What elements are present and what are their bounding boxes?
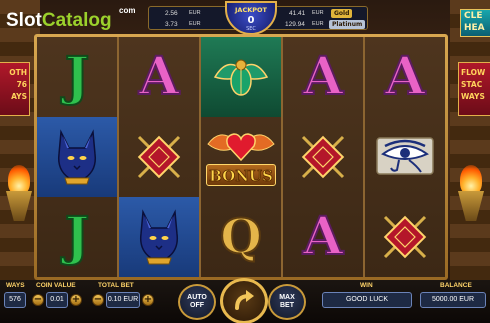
balance-display: 5000.00 EUR bbox=[420, 292, 486, 308]
reel-1-cell-3: J bbox=[37, 197, 117, 277]
jackpot-left-bottom-value: 3.73 bbox=[165, 21, 178, 28]
watermark-com: com bbox=[119, 6, 136, 15]
crossed-shield-icon bbox=[137, 135, 181, 179]
side-banner-right-line2: STAC bbox=[461, 80, 483, 89]
symbol-a: A bbox=[384, 46, 426, 108]
total-bet-minus-button[interactable]: − bbox=[92, 294, 104, 306]
jackpot-left-top-value: 2.56 bbox=[165, 10, 178, 17]
watermark-catalog: Catalog bbox=[41, 10, 112, 31]
jackpot-value: 0 bbox=[247, 15, 255, 26]
reel-5-cell-2 bbox=[365, 117, 445, 197]
bastet-cat-icon bbox=[139, 209, 179, 265]
jackpot-bar: 2.56 EUR 3.73 EUR JACKPOT 0 SEC 41.41 EU… bbox=[148, 1, 368, 35]
crossed-shield-icon bbox=[301, 135, 345, 179]
total-bet-display: 0.10 EUR bbox=[106, 292, 140, 308]
watermark-slot: Slot bbox=[6, 10, 42, 31]
max-bet-label-1: MAX bbox=[279, 294, 295, 301]
symbol-a: A bbox=[302, 46, 344, 108]
jackpot-left-top-currency: EUR bbox=[189, 10, 201, 16]
game-logo-line1: CLE bbox=[464, 11, 483, 21]
symbol-q: Q bbox=[219, 208, 263, 266]
crossed-shield-icon bbox=[383, 215, 427, 259]
total-bet-plus-button[interactable]: + bbox=[142, 294, 154, 306]
jackpot-counter: JACKPOT 0 SEC bbox=[225, 1, 277, 35]
reel-3-cell-3: Q bbox=[201, 197, 281, 277]
jackpot-platinum-badge: Platinum bbox=[329, 20, 366, 29]
spin-arrow-icon bbox=[235, 290, 254, 310]
side-banner-left-line1: OTH bbox=[9, 68, 27, 77]
side-banner-left: OTH 76 AYS bbox=[0, 62, 30, 116]
reel-1: J J bbox=[37, 37, 119, 277]
symbol-j: J bbox=[64, 206, 91, 268]
reel-2-cell-3 bbox=[119, 197, 199, 277]
reel-2-cell-1: A bbox=[119, 37, 199, 117]
torch-left-icon bbox=[6, 165, 32, 225]
bastet-cat-icon bbox=[57, 129, 97, 185]
reel-1-cell-2 bbox=[37, 117, 117, 197]
reel-4-cell-3: A bbox=[283, 197, 363, 277]
side-banner-left-line2: 76 bbox=[16, 80, 27, 89]
jackpot-right-bottom-value: 129.94 bbox=[285, 21, 305, 28]
autoplay-button[interactable]: AUTO OFF bbox=[178, 284, 216, 320]
eye-of-horus-icon bbox=[376, 137, 434, 175]
reel-2: A bbox=[119, 37, 201, 277]
jackpot-left-bottom-currency: EUR bbox=[189, 21, 201, 27]
reel-1-cell-1: J bbox=[37, 37, 117, 117]
max-bet-button[interactable]: MAX BET bbox=[268, 284, 306, 320]
temple-wall-right bbox=[450, 0, 490, 323]
jackpot-title: JACKPOT bbox=[235, 6, 267, 14]
reel-4-cell-1: A bbox=[283, 37, 363, 117]
reel-3-cell-1 bbox=[201, 37, 281, 117]
spin-button[interactable] bbox=[220, 278, 268, 323]
autoplay-label-1: AUTO bbox=[187, 294, 207, 301]
reel-5: A bbox=[365, 37, 445, 277]
scarab-icon bbox=[213, 59, 269, 96]
win-label: WIN bbox=[360, 282, 373, 289]
winged-heart-icon bbox=[207, 133, 275, 162]
bonus-symbol: BONUS bbox=[204, 124, 278, 190]
side-banner-right-line1: FLOW bbox=[461, 68, 486, 77]
coin-value-minus-button[interactable]: − bbox=[32, 294, 44, 306]
reel-5-cell-1: A bbox=[365, 37, 445, 117]
slotcatalog-watermark: SlotCatalog com bbox=[6, 6, 150, 34]
ways-value: 576 bbox=[4, 292, 26, 308]
reels-grid: J J A BONUS Q A A A bbox=[37, 37, 445, 277]
game-logo-right: CLE HEA bbox=[460, 9, 490, 37]
jackpot-gold-badge: Gold bbox=[331, 9, 353, 18]
reel-5-cell-3 bbox=[365, 197, 445, 277]
reel-3: BONUS Q bbox=[201, 37, 283, 277]
jackpot-unit: SEC bbox=[246, 26, 256, 32]
jackpot-right-top-currency: EUR bbox=[312, 10, 324, 16]
reels-frame: J J A BONUS Q A A A bbox=[34, 34, 448, 280]
max-bet-label-2: BET bbox=[280, 302, 294, 309]
side-banner-left-line3: AYS bbox=[11, 92, 27, 101]
bonus-label: BONUS bbox=[206, 164, 276, 186]
coin-value-plus-button[interactable]: + bbox=[70, 294, 82, 306]
torch-right-icon bbox=[458, 165, 484, 225]
symbol-j: J bbox=[64, 46, 91, 108]
win-display: GOOD LUCK bbox=[322, 292, 412, 308]
game-logo-line2: HEA bbox=[464, 23, 485, 33]
reel-2-cell-2 bbox=[119, 117, 199, 197]
coin-value-label: COIN VALUE bbox=[36, 282, 76, 289]
total-bet-label: TOTAL BET bbox=[98, 282, 134, 289]
symbol-a: A bbox=[138, 46, 180, 108]
jackpot-right-bottom-currency: EUR bbox=[312, 21, 324, 27]
symbol-a: A bbox=[302, 206, 344, 268]
jackpot-right-top-value: 41.41 bbox=[289, 10, 306, 17]
side-banner-right-line3: WAYS bbox=[461, 92, 485, 101]
autoplay-label-2: OFF bbox=[190, 302, 204, 309]
reel-4: A A bbox=[283, 37, 365, 277]
ways-label: WAYS bbox=[6, 282, 25, 289]
control-panel: WAYS 576 COIN VALUE − 0.01 + TOTAL BET −… bbox=[0, 278, 490, 323]
balance-label: BALANCE bbox=[440, 282, 472, 289]
side-banner-right: FLOW STAC WAYS bbox=[458, 62, 490, 116]
coin-value-display: 0.01 bbox=[46, 292, 68, 308]
reel-3-cell-2: BONUS bbox=[201, 117, 281, 197]
reel-4-cell-2 bbox=[283, 117, 363, 197]
